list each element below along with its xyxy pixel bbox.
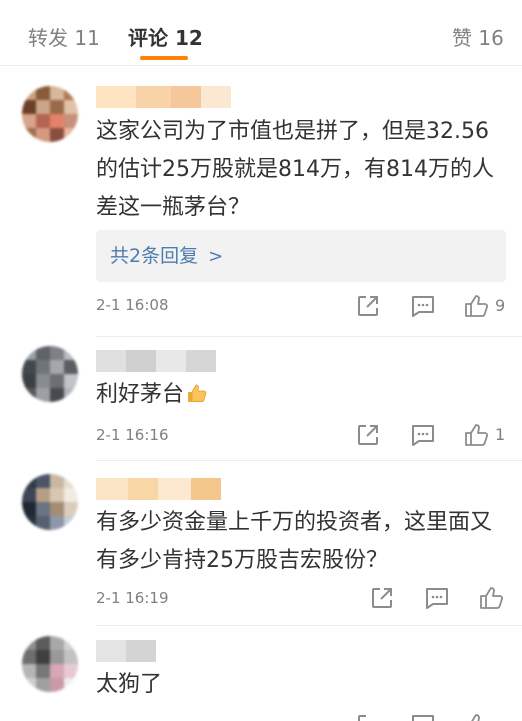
comment-text: 有多少资金量上千万的投资者，这里面又有多少肯持25万股吉宏股份？ <box>96 510 493 573</box>
like-icon[interactable] <box>463 712 489 721</box>
tab-comments[interactable]: 评论 12 <box>128 22 203 51</box>
comment-tabs: 转发 11 评论 12 赞 16 <box>0 0 522 66</box>
comment-text: 太狗了 <box>96 672 163 697</box>
view-replies-button[interactable]: 共2条回复 > <box>96 230 506 282</box>
share-icon[interactable] <box>355 712 381 721</box>
like-icon[interactable] <box>463 422 489 448</box>
avatar[interactable] <box>22 636 78 692</box>
like-icon[interactable] <box>463 293 489 319</box>
comment-time: 2-1 16:08 <box>96 296 169 314</box>
like-count: 1 <box>495 425 506 444</box>
comment-icon[interactable] <box>424 585 450 611</box>
share-icon[interactable] <box>355 422 381 448</box>
comment-icon[interactable] <box>410 422 436 448</box>
comment-icon[interactable] <box>410 293 436 319</box>
comment-text: 利好茅台 <box>96 376 506 414</box>
comment-time: 2-1 16:16 <box>96 426 169 444</box>
avatar[interactable] <box>22 346 78 402</box>
avatar[interactable] <box>22 86 78 142</box>
share-icon[interactable] <box>369 585 395 611</box>
avatar[interactable] <box>22 474 78 530</box>
like-icon[interactable] <box>478 585 504 611</box>
tab-likes[interactable]: 赞 16 <box>452 22 504 51</box>
comment-divider <box>96 336 522 337</box>
comment-divider <box>96 625 522 626</box>
thumbs-up-emoji <box>188 384 207 402</box>
chevron-right-icon: > <box>208 246 224 267</box>
like-count: 9 <box>495 296 506 315</box>
comment-icon[interactable] <box>410 712 436 721</box>
comment-divider <box>96 460 522 461</box>
comment-text-body: 利好茅台 <box>96 382 185 407</box>
username-redacted[interactable] <box>96 478 221 500</box>
replies-label: 共2条回复 <box>110 245 199 267</box>
username-redacted[interactable] <box>96 350 216 372</box>
comment-text: 这家公司为了市值也是拼了，但是32.56的估计25万股就是814万，有814万的… <box>96 119 494 220</box>
tab-repost[interactable]: 转发 11 <box>28 22 100 51</box>
username-redacted[interactable] <box>96 86 231 108</box>
active-tab-indicator <box>140 56 188 60</box>
comment-time: 2-1 16:19 <box>96 589 169 607</box>
username-redacted[interactable] <box>96 640 156 662</box>
share-icon[interactable] <box>355 293 381 319</box>
